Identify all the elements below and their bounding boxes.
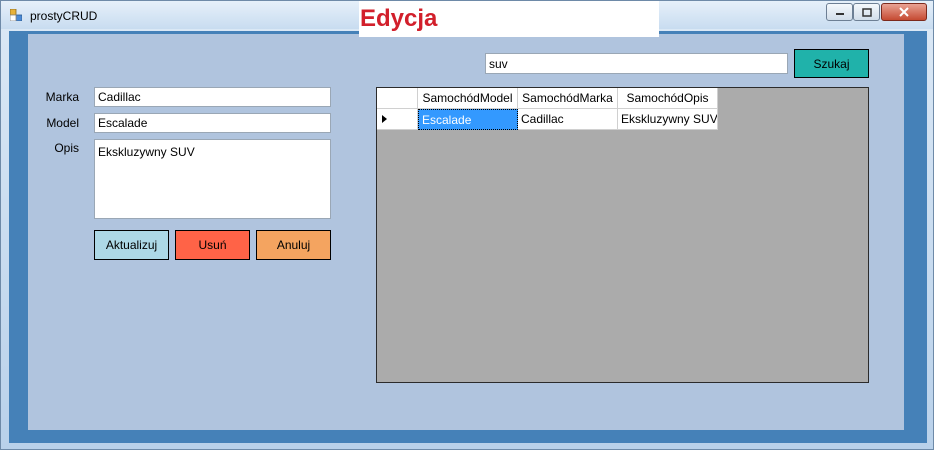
column-header-opis[interactable]: SamochódOpis xyxy=(618,88,718,109)
maximize-button[interactable] xyxy=(853,3,880,21)
grid-cell-model[interactable]: Escalade xyxy=(418,109,518,130)
search-input[interactable] xyxy=(485,53,788,74)
grid-cell-marka[interactable]: Cadillac xyxy=(518,109,618,130)
opis-label: Opis xyxy=(54,141,79,155)
marka-field[interactable] xyxy=(94,87,331,107)
column-header-model[interactable]: SamochódModel xyxy=(418,88,518,109)
current-row-arrow-icon xyxy=(382,115,387,123)
minimize-icon xyxy=(835,13,844,15)
close-icon xyxy=(899,7,909,17)
app-icon xyxy=(10,9,22,21)
grid-cell-opis[interactable]: Ekskluzywny SUV xyxy=(618,109,718,130)
opis-textarea[interactable]: Ekskluzywny SUV xyxy=(94,139,331,219)
minimize-button[interactable] xyxy=(826,3,853,21)
column-header-marka[interactable]: SamochódMarka xyxy=(518,88,618,109)
data-grid[interactable]: SamochódModel SamochódMarka SamochódOpis… xyxy=(376,87,869,383)
grid-corner-header[interactable] xyxy=(377,88,418,109)
app-window: prostyCRUD Edycja Szukaj Marka Model Opi… xyxy=(0,0,934,450)
maximize-icon xyxy=(861,7,872,17)
model-field[interactable] xyxy=(94,113,331,133)
cancel-button[interactable]: Anuluj xyxy=(256,230,331,260)
window-title: prostyCRUD xyxy=(30,9,98,23)
update-button[interactable]: Aktualizuj xyxy=(94,230,169,260)
marka-label: Marka xyxy=(45,90,79,104)
delete-button[interactable]: Usuń xyxy=(175,230,250,260)
page-heading: Edycja xyxy=(360,5,438,32)
close-button[interactable] xyxy=(881,3,927,21)
model-label: Model xyxy=(46,116,79,130)
search-button[interactable]: Szukaj xyxy=(794,49,869,78)
row-header[interactable] xyxy=(377,109,418,130)
